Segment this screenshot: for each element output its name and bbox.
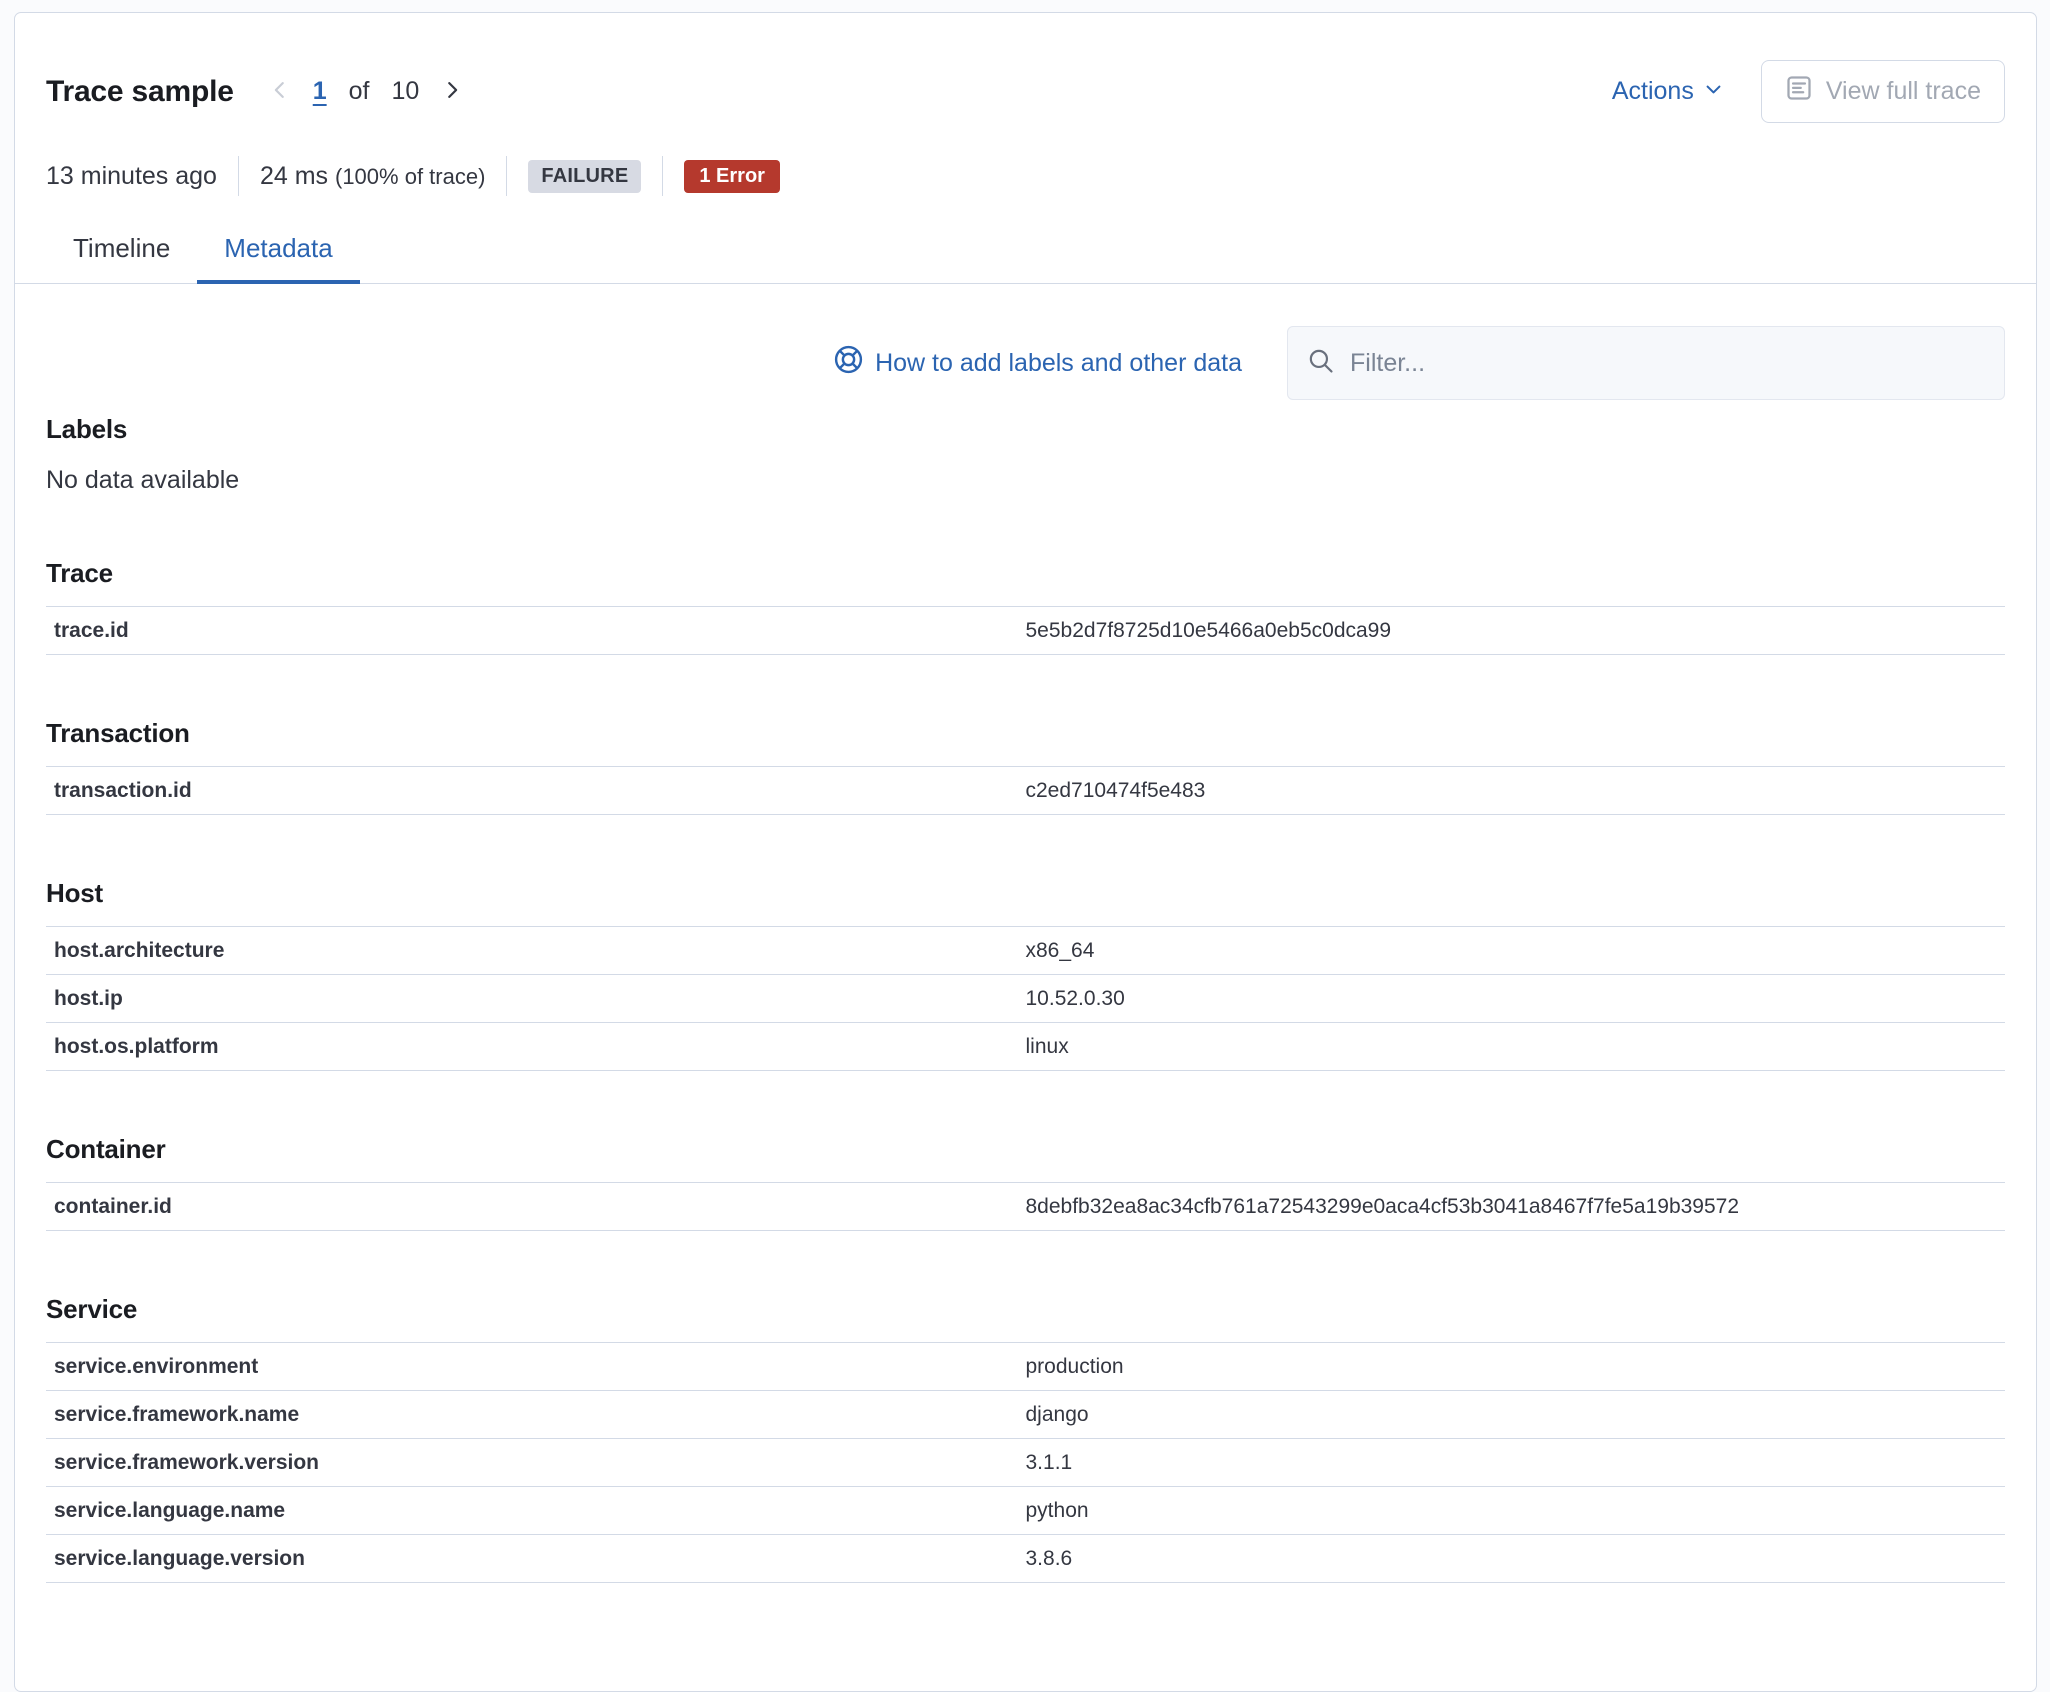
metadata-row: host.os.platform linux <box>46 1023 2005 1071</box>
help-link[interactable]: How to add labels and other data <box>833 344 1242 382</box>
section-title: Container <box>46 1134 2005 1165</box>
metadata-row: transaction.id c2ed710474f5e483 <box>46 767 2005 815</box>
trace-timestamp: 13 minutes ago <box>46 162 217 191</box>
metadata-row: host.architecture x86_64 <box>46 927 2005 975</box>
tabs: Timeline Metadata <box>15 233 2036 284</box>
metadata-section: Container container.id 8debfb32ea8ac34cf… <box>46 1134 2005 1231</box>
metadata-table: host.architecture x86_64 host.ip 10.52.0… <box>46 926 2005 1071</box>
metadata-section: Service service.environment production s… <box>46 1294 2005 1583</box>
metadata-value: 3.8.6 <box>1026 1547 2006 1571</box>
metadata-sections: Labels No data available Trace trace.id … <box>46 414 2005 1583</box>
metadata-section: Transaction transaction.id c2ed710474f5e… <box>46 718 2005 815</box>
metadata-table: container.id 8debfb32ea8ac34cfb761a72543… <box>46 1182 2005 1231</box>
metadata-row: host.ip 10.52.0.30 <box>46 975 2005 1023</box>
metadata-section: Host host.architecture x86_64 host.ip 10… <box>46 878 2005 1071</box>
metadata-key: transaction.id <box>46 779 1026 803</box>
metadata-value: production <box>1026 1355 2006 1379</box>
trace-pagination: 1 of 10 <box>258 77 475 106</box>
view-full-trace-button[interactable]: View full trace <box>1761 60 2005 123</box>
chevron-left-icon <box>269 79 291 104</box>
metadata-key: host.ip <box>46 987 1026 1011</box>
metadata-value: 5e5b2d7f8725d10e5466a0eb5c0dca99 <box>1026 619 2006 643</box>
prev-trace-button[interactable] <box>269 79 291 104</box>
metadata-key: host.os.platform <box>46 1035 1026 1059</box>
panel-header: Trace sample 1 of 10 Actions <box>15 60 2036 123</box>
trace-duration: 24 ms (100% of trace) <box>260 162 485 191</box>
metadata-row: container.id 8debfb32ea8ac34cfb761a72543… <box>46 1183 2005 1231</box>
metadata-table: service.environment production service.f… <box>46 1342 2005 1583</box>
chevron-down-icon <box>1704 77 1723 106</box>
metadata-row: service.language.name python <box>46 1487 2005 1535</box>
metadata-key: trace.id <box>46 619 1026 643</box>
chevron-right-icon <box>441 79 463 104</box>
metadata-row: service.language.version 3.8.6 <box>46 1535 2005 1583</box>
actions-menu-button[interactable]: Actions <box>1612 77 1723 106</box>
section-title: Service <box>46 1294 2005 1325</box>
metadata-row: service.framework.version 3.1.1 <box>46 1439 2005 1487</box>
tab-metadata[interactable]: Metadata <box>197 233 359 283</box>
page-title: Trace sample <box>46 75 234 109</box>
metadata-value: 8debfb32ea8ac34cfb761a72543299e0aca4cf53… <box>1026 1195 2006 1219</box>
view-full-trace-label: View full trace <box>1826 77 1981 106</box>
metadata-key: host.architecture <box>46 939 1026 963</box>
divider <box>506 156 507 196</box>
metadata-value: 3.1.1 <box>1026 1451 2006 1475</box>
section-title: Transaction <box>46 718 2005 749</box>
filter-input[interactable] <box>1350 349 1985 378</box>
metadata-key: container.id <box>46 1195 1026 1219</box>
pagination-total: 10 <box>392 77 420 106</box>
duration-percent: (100% of trace) <box>335 164 485 189</box>
metadata-row: service.framework.name django <box>46 1391 2005 1439</box>
empty-message: No data available <box>46 466 2005 495</box>
metadata-toolbar: How to add labels and other data <box>46 326 2005 400</box>
error-count-badge[interactable]: 1 Error <box>684 160 780 193</box>
search-icon <box>1307 347 1335 380</box>
metadata-value: django <box>1026 1403 2006 1427</box>
tab-label: Timeline <box>73 233 170 263</box>
metadata-key: service.framework.name <box>46 1403 1026 1427</box>
tab-label: Metadata <box>224 233 332 263</box>
pagination-of-label: of <box>349 77 370 106</box>
trace-document-icon <box>1785 74 1813 109</box>
help-link-label: How to add labels and other data <box>875 349 1242 378</box>
result-status-badge: FAILURE <box>528 160 641 193</box>
tab-timeline[interactable]: Timeline <box>46 233 197 283</box>
section-title: Host <box>46 878 2005 909</box>
lifebuoy-help-icon <box>833 344 864 382</box>
metadata-value: linux <box>1026 1035 2006 1059</box>
current-page-link[interactable]: 1 <box>313 77 327 106</box>
filter-field <box>1287 326 2005 400</box>
metadata-key: service.environment <box>46 1355 1026 1379</box>
divider <box>238 156 239 196</box>
metadata-key: service.framework.version <box>46 1451 1026 1475</box>
next-trace-button[interactable] <box>441 79 463 104</box>
trace-summary-bar: 13 minutes ago 24 ms (100% of trace) FAI… <box>15 156 2036 196</box>
metadata-value: x86_64 <box>1026 939 2006 963</box>
section-title: Trace <box>46 558 2005 589</box>
duration-value: 24 ms <box>260 162 328 190</box>
metadata-value: c2ed710474f5e483 <box>1026 779 2006 803</box>
metadata-row: service.environment production <box>46 1343 2005 1391</box>
metadata-row: trace.id 5e5b2d7f8725d10e5466a0eb5c0dca9… <box>46 607 2005 655</box>
metadata-section: Labels No data available <box>46 414 2005 495</box>
metadata-key: service.language.name <box>46 1499 1026 1523</box>
metadata-table: transaction.id c2ed710474f5e483 <box>46 766 2005 815</box>
metadata-value: 10.52.0.30 <box>1026 987 2006 1011</box>
metadata-value: python <box>1026 1499 2006 1523</box>
metadata-key: service.language.version <box>46 1547 1026 1571</box>
trace-sample-panel: Trace sample 1 of 10 Actions <box>14 12 2037 1692</box>
section-title: Labels <box>46 414 2005 445</box>
divider <box>662 156 663 196</box>
metadata-section: Trace trace.id 5e5b2d7f8725d10e5466a0eb5… <box>46 558 2005 655</box>
metadata-table: trace.id 5e5b2d7f8725d10e5466a0eb5c0dca9… <box>46 606 2005 655</box>
actions-label: Actions <box>1612 77 1694 106</box>
